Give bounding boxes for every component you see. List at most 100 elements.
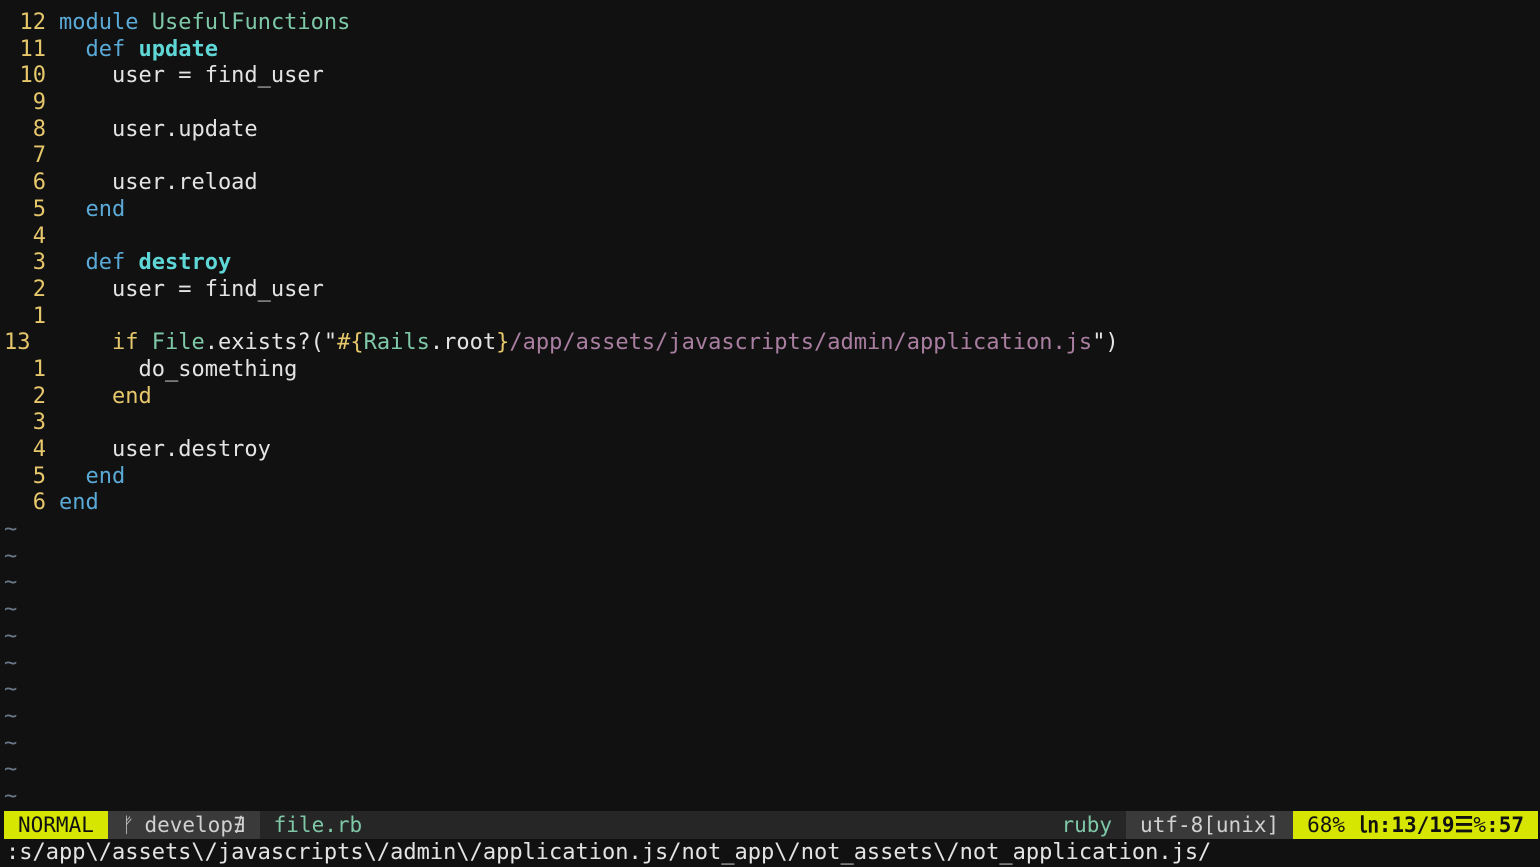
relative-line-number: 12 [19,10,47,35]
code-token: user = find_user [59,276,324,302]
empty-buffer-line: ~ [4,703,18,729]
column-icon: ☰ [1454,813,1474,837]
line-position: :13/19 [1378,813,1455,837]
empty-buffer-line: ~ [4,570,18,596]
code-token: do_something [59,356,298,382]
dirty-indicator-icon: ∄ [232,813,246,837]
code-token: user.reload [59,170,258,196]
code-token: def [85,36,126,62]
code-token: if [111,330,139,356]
code-line[interactable]: 6 end [0,490,1540,517]
command-line[interactable]: :s/app\/assets\/javascripts\/admin\/appl… [6,840,1211,866]
code-token: user.destroy [59,437,271,462]
code-token: } [496,330,510,356]
code-line[interactable]: 6 user.reload [0,170,1540,197]
code-line[interactable]: 1 [0,304,1540,331]
relative-line-number: 3 [32,410,46,436]
status-line: NORMAL ᚠ develop∄ file.rb ruby utf-8[unix… [4,811,1538,839]
file-type: ruby [1061,813,1113,837]
empty-buffer-line: ~ [4,783,18,809]
code-line[interactable]: 4 [0,224,1540,251]
relative-line-number: 5 [32,196,46,222]
empty-buffer-line: ~ [4,623,18,649]
code-token: end [85,463,126,489]
empty-buffer-line: ~ [4,517,18,543]
relative-line-number: 3 [32,250,46,276]
relative-line-number: 6 [32,170,46,196]
code-token: File [151,330,205,356]
branch-name: develop [144,813,233,837]
code-line[interactable]: 9 [0,90,1540,117]
code-line[interactable]: 13 if File.exists?("#{Rails.root}/app/as… [0,330,1540,357]
code-token: end [85,196,126,222]
code-token: #{ [337,330,364,356]
scroll-percent: 68% [1307,813,1346,837]
relative-line-number: 7 [32,143,46,169]
code-line[interactable]: 5 end [0,197,1540,224]
relative-line-number: 4 [32,223,46,249]
code-line[interactable]: 5 end [0,464,1540,491]
code-token: user.update [59,116,258,142]
code-line[interactable]: 4 user.destroy [0,437,1540,464]
file-name: file.rb [273,813,363,837]
column-position: :57 [1486,813,1524,837]
relative-line-number: 5 [32,463,46,489]
code-token: update [138,36,218,62]
code-token: destroy [138,250,232,276]
code-line[interactable]: 12 module UsefulFunctions [0,10,1540,37]
relative-line-number: 2 [32,276,46,302]
relative-line-number: 9 [32,90,46,116]
code-token: Rails [363,330,430,356]
code-token: end [59,490,99,516]
git-branch-segment: ᚠ develop∄ [107,811,260,839]
code-token: ") [1092,330,1119,356]
code-line[interactable]: 7 [0,143,1540,170]
code-line[interactable]: 8 user.update [0,117,1540,144]
relative-line-number: 10 [19,63,47,89]
mode-indicator: NORMAL [4,811,108,839]
relative-line-number: 4 [32,437,46,462]
relative-line-number: 1 [32,356,46,382]
code-token: module [59,10,139,35]
code-line[interactable]: 11 def update [0,37,1540,64]
code-line[interactable]: 10 user = find_user [0,63,1540,90]
column-separator: % [1473,813,1487,837]
git-branch-icon: ᚠ [121,813,135,837]
code-line[interactable]: 2 user = find_user [0,277,1540,304]
empty-buffer-line: ~ [4,543,18,569]
relative-line-number: 1 [32,303,46,329]
code-token: /app/assets/javascripts/admin/applicatio… [509,330,1093,356]
code-token: end [111,383,152,409]
code-token: user = find_user [59,63,324,89]
relative-line-number: 11 [19,36,47,62]
empty-buffer-line: ~ [4,650,18,676]
code-token: UsefulFunctions [151,10,351,35]
code-line[interactable]: 3 [0,410,1540,437]
code-line[interactable]: 3 def destroy [0,250,1540,277]
empty-buffer-line: ~ [4,730,18,756]
line-number-icon: ㏑ [1357,813,1379,837]
relative-line-number: 6 [32,490,46,516]
empty-buffer-line: ~ [4,597,18,623]
cursor-position: 68% ㏑:13/19☰%:57 [1293,811,1538,839]
code-token: def [85,250,126,276]
relative-line-number: 2 [32,383,46,409]
file-encoding: utf-8[unix] [1126,811,1294,839]
code-token: .root [429,330,497,356]
relative-line-number: 8 [32,116,46,142]
empty-buffer-line: ~ [4,677,18,703]
code-line[interactable]: 2 end [0,384,1540,411]
editor-buffer[interactable]: 12 module UsefulFunctions 11 def update 10 … [0,10,1540,811]
code-line[interactable]: 1 do_something [0,357,1540,384]
empty-buffer-line: ~ [4,757,18,783]
current-line-number: 13 [4,330,31,356]
